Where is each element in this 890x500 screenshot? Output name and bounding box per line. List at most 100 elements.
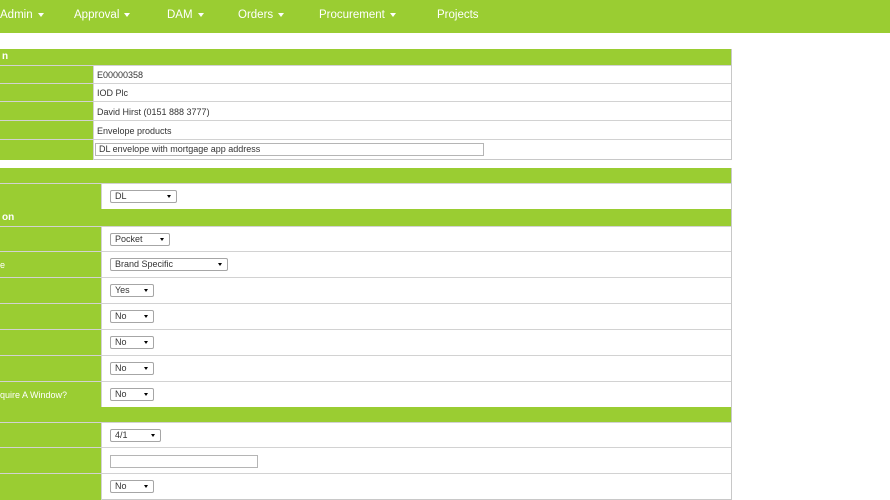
yes-no-select[interactable]: No: [110, 310, 154, 323]
spec-row-label: [0, 278, 101, 304]
dropdown-arrow-icon: [218, 263, 222, 266]
contact-value: David Hirst (0151 888 3777): [97, 106, 210, 117]
spec-row: DL: [0, 183, 731, 210]
window-select[interactable]: No: [110, 388, 154, 401]
text-input[interactable]: [110, 455, 258, 468]
row-divider: [101, 278, 102, 304]
yes-no-select-value: No: [115, 337, 127, 347]
style-select[interactable]: Pocket: [110, 233, 170, 246]
style-select-value: Pocket: [115, 234, 143, 244]
spec-row-label: [0, 330, 101, 356]
row-divider: [101, 330, 102, 356]
spec-row: Yes: [0, 277, 731, 304]
nav-approval[interactable]: Approval: [74, 0, 131, 33]
nav-admin-label: Admin: [0, 9, 33, 21]
info-row: David Hirst (0151 888 3777): [0, 101, 731, 121]
spec-row-label: [0, 184, 101, 210]
spec-row: No: [0, 329, 731, 356]
row-divider: [93, 84, 94, 102]
dropdown-arrow-icon: [144, 341, 148, 344]
yes-no-select-value: No: [115, 363, 127, 373]
nav-dam[interactable]: DAM: [167, 0, 204, 33]
spec-row: e Brand Specific: [0, 251, 731, 278]
yes-no-select-value: No: [115, 481, 127, 491]
info-row-label: [0, 121, 93, 140]
window-row-label: quire A Window?: [0, 382, 101, 408]
nav-approval-label: Approval: [74, 9, 120, 21]
spec-row: No: [0, 355, 731, 382]
chevron-down-icon: [278, 12, 285, 17]
info-row: DL envelope with mortgage app address: [0, 139, 731, 160]
spec-row: No: [0, 303, 731, 330]
spec-row: [0, 447, 731, 474]
dropdown-arrow-icon: [144, 367, 148, 370]
nav-dam-label: DAM: [167, 9, 193, 21]
job-info-panel: n E00000358 IOD Plc David Hirst (0151 88…: [0, 49, 732, 160]
info-row-label: [0, 140, 93, 160]
nav-orders-label: Orders: [238, 9, 274, 21]
description-input[interactable]: DL envelope with mortgage app address: [95, 143, 484, 156]
spec-row-label: [0, 423, 101, 448]
spec-row-label: [0, 474, 101, 500]
size-select[interactable]: DL: [110, 190, 177, 203]
job-info-header-title: n: [2, 51, 9, 62]
row-divider: [93, 140, 94, 160]
nav-projects-label: Projects: [437, 9, 479, 21]
type-select-value: Brand Specific: [115, 259, 174, 269]
nav-admin[interactable]: Admin: [0, 0, 44, 33]
nav-orders[interactable]: Orders: [238, 0, 285, 33]
row-divider: [93, 102, 94, 121]
yes-no-select-value: Yes: [115, 285, 130, 295]
row-divider: [101, 423, 102, 448]
nav-procurement-label: Procurement: [319, 9, 385, 21]
spec-row-label: [0, 356, 101, 382]
top-navbar: Admin Approval DAM Orders Procurement Pr…: [0, 0, 890, 33]
row-divider: [101, 382, 102, 408]
dropdown-arrow-icon: [144, 393, 148, 396]
client-value: IOD Plc: [97, 88, 129, 98]
spec-section-title: on: [2, 212, 15, 223]
info-row: IOD Plc: [0, 83, 731, 102]
row-divider: [101, 184, 102, 210]
product-category-value: Envelope products: [97, 125, 172, 136]
row-divider: [93, 121, 94, 140]
dropdown-arrow-icon: [144, 315, 148, 318]
spec-row: No: [0, 473, 731, 500]
row-divider: [93, 66, 94, 84]
info-row: Envelope products: [0, 120, 731, 140]
info-row-label: [0, 66, 93, 84]
nav-procurement[interactable]: Procurement: [319, 0, 396, 33]
row-divider: [101, 474, 102, 500]
yes-no-select[interactable]: No: [110, 362, 154, 375]
spec-row-label: e: [0, 252, 101, 278]
dropdown-arrow-icon: [144, 485, 148, 488]
yes-no-select[interactable]: No: [110, 336, 154, 349]
dropdown-arrow-icon: [160, 238, 164, 241]
colours-select-value: 4/1: [115, 430, 128, 440]
colours-select[interactable]: 4/1: [110, 429, 161, 442]
row-divider: [101, 227, 102, 252]
nav-projects[interactable]: Projects: [437, 0, 479, 33]
spec-row: 4/1: [0, 422, 731, 448]
row-divider: [101, 356, 102, 382]
chevron-down-icon: [124, 12, 131, 17]
spec-section-header: [0, 407, 731, 422]
job-number-value: E00000358: [97, 70, 144, 80]
spec-row-label: [0, 304, 101, 330]
chevron-down-icon: [37, 12, 44, 17]
window-select-value: No: [115, 389, 127, 399]
yes-no-select[interactable]: No: [110, 480, 154, 493]
dropdown-arrow-icon: [151, 434, 155, 437]
info-row-label: [0, 102, 93, 121]
info-row-label: [0, 84, 93, 102]
type-select[interactable]: Brand Specific: [110, 258, 228, 271]
dropdown-arrow-icon: [144, 289, 148, 292]
row-divider: [101, 304, 102, 330]
spec-row-label: [0, 227, 101, 252]
info-row: E00000358: [0, 65, 731, 84]
yes-no-select[interactable]: Yes: [110, 284, 154, 297]
spec-row-label: [0, 448, 101, 474]
job-info-header: n: [0, 49, 731, 65]
spec-row: quire A Window? No: [0, 381, 731, 408]
row-divider: [101, 448, 102, 474]
